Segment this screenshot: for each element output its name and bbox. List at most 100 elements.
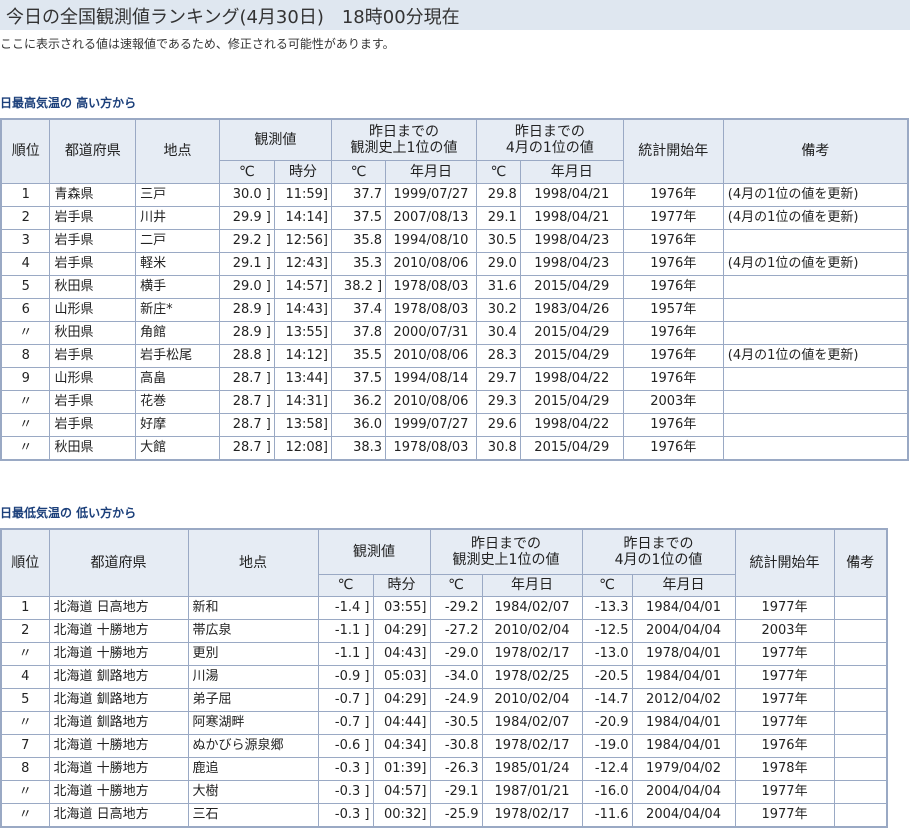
header-start-year: 統計開始年	[622, 118, 724, 184]
start-year-cell: 1977年	[734, 710, 835, 735]
april-temp-cell: -16.0	[581, 779, 633, 804]
header-date: 年月日	[385, 159, 477, 184]
observed-temp-cell: 30.0 ]	[218, 182, 275, 207]
table-row: 6 山形県 新庄* 28.9 ] 14:43] 37.4 1978/08/03 30.2 198…	[0, 297, 909, 322]
april-date-cell: 1984/04/01	[631, 664, 736, 689]
table-row: 1 青森県 三戸 30.0 ] 11:59] 37.7 1999/07/27 29.8 1998…	[0, 182, 909, 207]
rank-cell: 4	[0, 251, 51, 276]
rank-cell: 〃	[0, 320, 51, 345]
record-temp-cell: -29.2	[429, 595, 483, 620]
rank-cell: 〃	[0, 435, 51, 460]
april-temp-cell: -14.7	[581, 687, 633, 712]
april-temp-cell: -20.9	[581, 710, 633, 735]
remarks-cell	[722, 274, 909, 299]
rank-cell: 2	[0, 205, 51, 230]
april-date-cell: 1998/04/21	[519, 182, 624, 207]
april-temp-cell: -12.5	[581, 618, 633, 643]
remarks-cell	[833, 618, 888, 643]
april-date-cell: 1998/04/21	[519, 205, 624, 230]
table-row: 4 岩手県 軽米 29.1 ] 12:43] 35.3 2010/08/06 29.0 1998…	[0, 251, 909, 276]
april-date-cell: 1978/04/01	[631, 641, 736, 666]
place-cell: 川湯	[187, 664, 319, 689]
observed-temp-cell: -0.3 ]	[317, 756, 374, 781]
place-cell: 花巻	[135, 389, 220, 414]
pref-cell: 秋田県	[49, 274, 137, 299]
record-temp-cell: -26.3	[429, 756, 483, 781]
rank-cell: 5	[0, 687, 50, 712]
record-date-cell: 1984/02/07	[481, 710, 583, 735]
april-date-cell: 2015/04/29	[519, 389, 624, 414]
april-temp-cell: 29.8	[475, 182, 521, 207]
header-rank: 順位	[0, 528, 50, 597]
pref-cell: 岩手県	[49, 343, 137, 368]
table-row: 〃北海道 釧路地方 阿寒湖畔 -0.7 ] 04:44] -30.5 1984/02/07…	[0, 710, 888, 735]
rank-cell: 〃	[0, 779, 50, 804]
header-place: 地点	[135, 118, 220, 184]
record-date-cell: 2000/07/31	[385, 320, 477, 345]
header-april-record: 昨日までの 4月の1位の値	[475, 118, 624, 161]
april-temp-cell: 29.6	[475, 412, 521, 437]
pref-cell: 青森県	[49, 182, 137, 207]
april-temp-cell: -11.6	[581, 802, 633, 827]
rank-cell: 3	[0, 228, 51, 253]
remarks-cell	[722, 228, 909, 253]
table-row: 3 岩手県 二戸 29.2 ] 12:56] 35.8 1994/08/10 30.5 1998…	[0, 228, 909, 253]
record-temp-cell: -30.8	[429, 733, 483, 758]
rank-cell: 5	[0, 274, 51, 299]
observed-time-cell: 14:31]	[273, 389, 333, 414]
header-pref: 都道府県	[49, 118, 137, 184]
april-temp-cell: -13.3	[581, 595, 633, 620]
start-year-cell: 1978年	[734, 756, 835, 781]
april-date-cell: 2004/04/04	[631, 618, 736, 643]
april-temp-cell: 29.0	[475, 251, 521, 276]
pref-cell: 北海道 十勝地方	[48, 756, 189, 781]
remarks-cell	[722, 412, 909, 437]
april-date-cell: 1979/04/02	[631, 756, 736, 781]
april-temp-cell: 30.2	[475, 297, 521, 322]
remarks-cell	[833, 756, 888, 781]
rank-cell: 〃	[0, 389, 51, 414]
record-date-cell: 2010/08/06	[385, 343, 477, 368]
table-row: 〃岩手県 好摩 28.7 ] 13:58] 36.0 1999/07/27 29.6 1998…	[0, 412, 909, 437]
table-row: 〃岩手県 花巻 28.7 ] 14:31] 36.2 2010/08/06 29.3 2015…	[0, 389, 909, 414]
april-date-cell: 1983/04/26	[519, 297, 624, 322]
header-historical-record: 昨日までの 観測史上1位の値	[331, 118, 477, 161]
pref-cell: 岩手県	[49, 228, 137, 253]
pref-cell: 北海道 十勝地方	[48, 733, 189, 758]
observed-time-cell: 12:08]	[273, 435, 333, 460]
start-year-cell: 1976年	[622, 320, 724, 345]
april-temp-cell: 29.1	[475, 205, 521, 230]
header-temp: ℃	[331, 159, 387, 184]
remarks-cell	[722, 435, 909, 460]
start-year-cell: 2003年	[622, 389, 724, 414]
april-temp-cell: 30.4	[475, 320, 521, 345]
rank-cell: 9	[0, 366, 51, 391]
observed-temp-cell: -0.7 ]	[317, 687, 374, 712]
record-date-cell: 1978/02/17	[481, 641, 583, 666]
observed-temp-cell: 28.8 ]	[218, 343, 275, 368]
observed-temp-cell: -0.6 ]	[317, 733, 374, 758]
start-year-cell: 1977年	[734, 779, 835, 804]
april-date-cell: 1998/04/23	[519, 228, 624, 253]
observed-temp-cell: -0.7 ]	[317, 710, 374, 735]
observed-time-cell: 14:57]	[273, 274, 333, 299]
page-title: 今日の全国観測値ランキング(4月30日) 18時00分現在	[6, 7, 460, 28]
observed-temp-cell: 28.7 ]	[218, 435, 275, 460]
april-date-cell: 1998/04/22	[519, 366, 624, 391]
record-temp-cell: -34.0	[429, 664, 483, 689]
remarks-cell	[833, 779, 888, 804]
record-date-cell: 1987/01/21	[481, 779, 583, 804]
record-date-cell: 1978/02/25	[481, 664, 583, 689]
table-row: 8 北海道 十勝地方 鹿追 -0.3 ] 01:39] -26.3 1985/01/24 -1…	[0, 756, 888, 781]
record-date-cell: 2010/02/04	[481, 618, 583, 643]
remarks-cell	[833, 710, 888, 735]
pref-cell: 岩手県	[49, 412, 137, 437]
record-date-cell: 1984/02/07	[481, 595, 583, 620]
april-date-cell: 2004/04/04	[631, 802, 736, 827]
place-cell: 横手	[135, 274, 220, 299]
pref-cell: 秋田県	[49, 435, 137, 460]
table-row: 7 北海道 十勝地方 ぬかびら源泉郷 -0.6 ] 04:34] -30.8 1978/02…	[0, 733, 888, 758]
remarks-cell: (4月の1位の値を更新)	[722, 251, 909, 276]
remarks-cell	[833, 595, 888, 620]
remarks-cell	[722, 366, 909, 391]
